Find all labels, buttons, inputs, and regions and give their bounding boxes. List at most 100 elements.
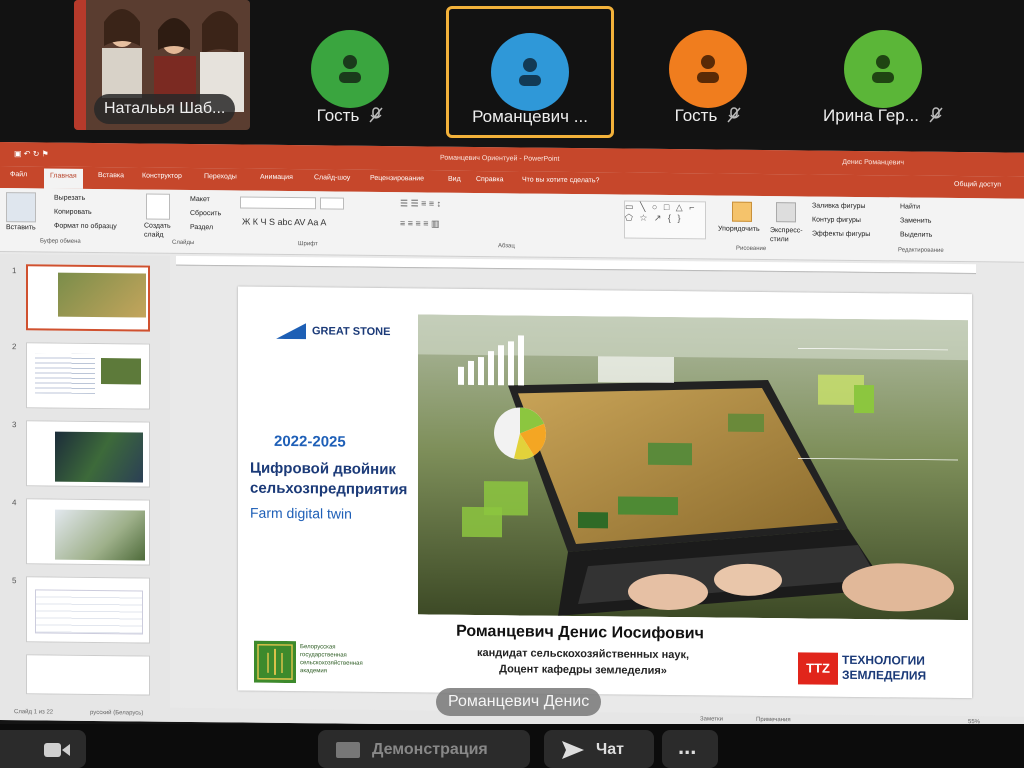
more-icon: ... — [678, 734, 697, 759]
comments-button[interactable]: Примечания — [756, 717, 791, 723]
quick-access-icons[interactable]: ▣ ↶ ↻ ⚑ — [14, 149, 49, 158]
shape-effects-button[interactable]: Эффекты фигуры — [812, 231, 870, 239]
font-name-select[interactable] — [240, 196, 316, 210]
font-format-buttons[interactable]: Ж К Ч S abc AV Aa A — [242, 217, 326, 228]
select-button[interactable]: Выделить — [900, 231, 932, 238]
screen-share-button[interactable]: Демонстрация — [318, 730, 530, 768]
tab-transitions[interactable]: Переходы — [204, 173, 237, 180]
arrange-icon[interactable] — [732, 201, 752, 222]
ttz-line-1: ТЕХНОЛОГИИ — [842, 652, 925, 668]
thumb-number: 3 — [12, 420, 17, 430]
tab-design[interactable]: Конструктор — [142, 172, 182, 179]
user-name: Денис Романцевич — [842, 158, 904, 167]
new-slide-icon[interactable] — [146, 193, 170, 220]
person-icon — [339, 55, 361, 83]
avatar — [491, 33, 569, 111]
arrange-button[interactable]: Упорядочить — [718, 226, 760, 233]
participant-name: Ирина Гер... — [823, 106, 919, 125]
avatar — [844, 30, 922, 108]
avatar — [311, 30, 389, 108]
bsaa-logo: Белорусская государственная сельскохозяй… — [254, 640, 363, 688]
conference-screen: Натальья Шаб... Гость Романцевич ... Гос… — [0, 0, 1024, 768]
participant-video-tile[interactable]: Натальья Шаб... — [74, 0, 250, 130]
credentials-line-2: Доцент кафедры земледелия» — [499, 663, 667, 677]
paste-button[interactable]: Вставить — [6, 224, 36, 231]
camera-button[interactable] — [0, 730, 86, 768]
shape-outline-button[interactable]: Контур фигуры — [812, 217, 861, 225]
tab-insert[interactable]: Вставка — [98, 172, 124, 179]
great-stone-icon — [276, 323, 306, 340]
font-group-label: Шрифт — [298, 241, 318, 248]
thumb-number: 5 — [12, 576, 17, 586]
tab-help[interactable]: Справка — [476, 176, 503, 183]
language[interactable]: русский (Беларусь) — [90, 710, 143, 717]
tab-review[interactable]: Рецензирование — [370, 175, 424, 183]
paragraph-buttons[interactable]: ☰ ☰ ≡ ≡ ↕ — [400, 198, 441, 209]
shape-fill-button[interactable]: Заливка фигуры — [812, 203, 865, 211]
editing-group-label: Редактирование — [898, 247, 944, 254]
tab-slideshow[interactable]: Слайд-шоу — [314, 174, 350, 181]
slide-thumbnails-pane: 1 2 3 4 5 — [0, 254, 170, 712]
paste-icon[interactable] — [6, 192, 36, 223]
slide-thumbnail-6[interactable] — [26, 654, 150, 696]
slide-thumbnail-2[interactable] — [26, 342, 150, 410]
great-stone-logo: GREAT STONE — [276, 323, 390, 344]
quick-styles-button[interactable]: Экспресс-стили — [770, 226, 804, 244]
ttz-wordmark: ТЕХНОЛОГИИ ЗЕМЛЕДЕЛИЯ — [842, 653, 960, 684]
new-slide-button[interactable]: Создать слайд — [144, 222, 178, 240]
slide-title-ru: Цифровой двойник сельхозпредприятия — [250, 459, 408, 499]
find-button[interactable]: Найти — [900, 203, 920, 210]
tab-animations[interactable]: Анимация — [260, 174, 293, 181]
share-button[interactable]: Общий доступ — [954, 181, 1001, 188]
more-button[interactable]: ... — [662, 730, 718, 768]
tell-me-search[interactable]: Что вы хотите сделать? — [522, 176, 599, 184]
participant-name: Гость — [316, 106, 360, 125]
author-credentials: кандидат сельскохозяйственных наук, Доце… — [438, 645, 728, 680]
participant-name: Гость — [674, 106, 718, 125]
slide-thumbnail-5[interactable] — [26, 576, 150, 644]
participant-name: Натальья Шаб... — [94, 94, 236, 124]
thumb-image — [58, 272, 146, 318]
participant-name: Романцевич ... — [472, 107, 588, 126]
participant-tile-active-speaker[interactable]: Романцевич ... — [446, 6, 614, 138]
format-painter-button[interactable]: Формат по образцу — [54, 223, 117, 231]
chat-button[interactable]: Чат — [544, 730, 654, 768]
layout-button[interactable]: Макет — [190, 196, 210, 203]
shapes-gallery[interactable]: ▭ ╲ ○ □ △ ⌐ ⬠ ☆ ↗ { } — [624, 200, 706, 240]
slide-thumbnail-1[interactable] — [26, 264, 150, 332]
thumb-table — [35, 589, 143, 635]
section-button[interactable]: Раздел — [190, 224, 213, 231]
notes-button[interactable]: Заметки — [700, 716, 723, 722]
quick-styles-icon[interactable] — [776, 202, 796, 223]
mic-muted-icon — [929, 107, 943, 123]
tab-view[interactable]: Вид — [448, 176, 461, 183]
tab-home[interactable]: Главная — [44, 168, 83, 189]
camera-icon — [44, 743, 70, 757]
ttz-mark: TTZ — [798, 652, 838, 685]
clipboard-group-label: Буфер обмена — [40, 238, 81, 245]
farm-illustration — [418, 314, 968, 621]
reset-button[interactable]: Сбросить — [190, 210, 221, 217]
window-title: Романцевич Ориентуей - PowerPoint — [440, 154, 560, 163]
thumb-image — [101, 358, 141, 385]
thumb-number: 2 — [12, 342, 17, 352]
slide-thumbnail-4[interactable] — [26, 498, 150, 566]
call-toolbar: Демонстрация Чат ... — [0, 724, 1024, 768]
slide-thumbnail-3[interactable] — [26, 420, 150, 488]
paragraph-group-label: Абзац — [498, 243, 515, 250]
shapes-icon: ▭ ╲ ○ □ △ ⌐ ⬠ ☆ ↗ { } — [625, 201, 697, 224]
bsaa-text: Белорусская государственная сельскохозяй… — [300, 643, 380, 676]
tab-file[interactable]: Файл — [10, 171, 27, 178]
main-slide[interactable]: GREAT STONE 2022-2025 Цифровой двойник с… — [238, 286, 972, 699]
replace-button[interactable]: Заменить — [900, 217, 931, 224]
participant-name-row: Гость — [648, 106, 768, 126]
alignment-buttons[interactable]: ≡ ≡ ≡ ≡ ▥ — [400, 218, 440, 229]
participant-tile-irina[interactable]: Ирина Гер... — [808, 6, 958, 134]
participant-tile-guest-1[interactable]: Гость — [290, 6, 410, 134]
slide-count: Слайд 1 из 22 — [14, 709, 54, 716]
participant-tile-guest-2[interactable]: Гость — [648, 6, 768, 134]
copy-button[interactable]: Копировать — [54, 209, 92, 216]
font-size-select[interactable] — [320, 197, 344, 210]
cut-button[interactable]: Вырезать — [54, 195, 85, 202]
author-name: Романцевич Денис Иосифович — [456, 622, 704, 643]
